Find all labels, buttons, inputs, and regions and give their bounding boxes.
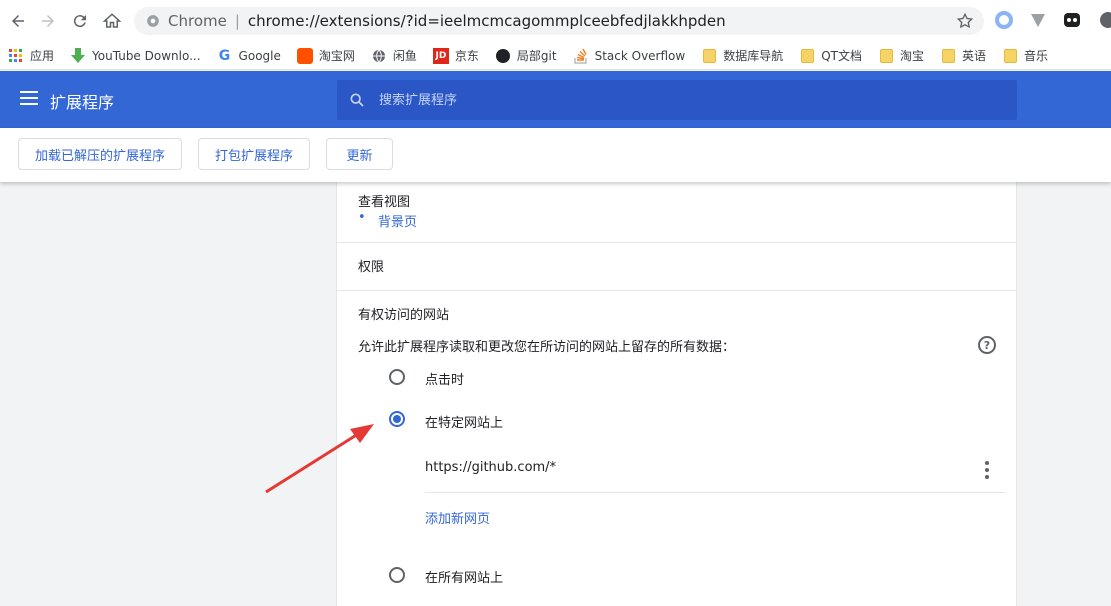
bookmark-folder-taobao[interactable]: 淘宝 [878, 47, 924, 64]
bookmark-xianyu[interactable]: 闲鱼 [371, 47, 417, 64]
bookmark-label: 淘宝 [900, 49, 925, 63]
page-title: 扩展程序 [50, 93, 115, 112]
bookmark-label: QT文档 [821, 49, 863, 63]
bookmark-folder-music[interactable]: 音乐 [1002, 47, 1048, 64]
bookmark-label: YouTube Downlo... [92, 48, 201, 63]
apps-grid-icon [8, 48, 24, 64]
add-site-link[interactable]: 添加新网页 [425, 508, 490, 527]
folder-icon [799, 48, 815, 64]
stackoverflow-icon [573, 48, 589, 64]
extension-v-icon[interactable] [1028, 10, 1048, 30]
extension-ring-icon[interactable] [994, 10, 1014, 30]
bookmark-label: Stack Overflow [594, 48, 686, 63]
jd-icon: JD [432, 47, 449, 64]
google-icon: G [218, 47, 231, 64]
background-page-link[interactable]: 背景页 [378, 211, 417, 230]
search-box[interactable] [337, 80, 1017, 120]
bookmark-label: 局部git [516, 49, 557, 63]
load-unpacked-button[interactable]: 加载已解压的扩展程序 [18, 138, 182, 170]
hamburger-menu-icon[interactable] [20, 91, 38, 105]
bookmark-local-git[interactable]: 局部git [495, 47, 557, 64]
bookmark-apps[interactable]: 应用 [8, 47, 54, 64]
radio-on-specific-sites[interactable] [389, 411, 405, 427]
url-text: chrome://extensions/?id=ieelmcmcagommplc… [247, 12, 726, 30]
folder-icon [940, 48, 956, 64]
pack-extension-button[interactable]: 打包扩展程序 [198, 138, 310, 170]
extension-partial-icon[interactable] [1096, 10, 1111, 30]
bookmark-label: Google [238, 48, 281, 63]
reload-button[interactable] [64, 5, 96, 37]
site-access-description: 允许此扩展程序读取和更改您在所访问的网站上留存的所有数据： [358, 340, 736, 355]
download-arrow-icon [70, 47, 86, 64]
developer-action-bar: 加载已解压的扩展程序 打包扩展程序 更新 [0, 128, 1111, 182]
bookmark-jd[interactable]: JD 京东 [432, 47, 479, 64]
bookmarks-bar: 应用 YouTube Downlo... G Google 淘宝网 闲鱼 JD … [0, 42, 1111, 70]
option-on-all-sites-label[interactable]: 在所有网站上 [425, 567, 503, 586]
bookmark-label: 数据库导航 [723, 49, 784, 63]
site-access-title: 有权访问的网站 [358, 308, 450, 323]
forward-button[interactable] [32, 5, 64, 37]
url-scheme-label: Chrome [168, 12, 227, 30]
home-button[interactable] [96, 5, 128, 37]
globe-icon [371, 48, 387, 64]
divider [425, 492, 1005, 493]
site-entry-url: https://github.com/* [425, 460, 557, 475]
bookmark-label: 音乐 [1024, 49, 1049, 63]
bookmark-folder-english[interactable]: 英语 [940, 47, 986, 64]
extension-icons [994, 10, 1111, 30]
radio-on-all-sites[interactable] [389, 567, 405, 583]
bullet-dot: • [358, 210, 366, 225]
chrome-logo-icon [147, 15, 159, 27]
help-icon[interactable]: ? [978, 336, 996, 354]
extensions-header: 扩展程序 [0, 71, 1111, 128]
bookmark-stackoverflow[interactable]: Stack Overflow [573, 48, 686, 64]
forward-arrow-icon [42, 15, 54, 27]
divider [337, 242, 1016, 243]
option-on-specific-sites-label[interactable]: 在特定网站上 [425, 412, 503, 431]
bookmark-folder-qt-docs[interactable]: QT文档 [799, 47, 862, 64]
bookmark-star-icon[interactable] [956, 12, 974, 30]
bookmark-label: 英语 [962, 49, 987, 63]
folder-icon [878, 48, 894, 64]
option-on-click-label[interactable]: 点击时 [425, 369, 464, 388]
bookmark-label: 京东 [454, 49, 479, 63]
bookmark-youtube-downloader[interactable]: YouTube Downlo... [70, 47, 201, 64]
extension-detail-card: 查看视图 • 背景页 权限 有权访问的网站 允许此扩展程序读取和更改您在所访问的… [336, 182, 1017, 606]
bookmark-google[interactable]: G Google [217, 48, 281, 64]
address-bar[interactable]: Chrome | chrome://extensions/?id=ieelmcm… [134, 7, 984, 35]
folder-icon [701, 48, 717, 64]
url-separator: | [234, 12, 240, 30]
back-arrow-icon [12, 15, 24, 27]
github-icon [495, 48, 511, 64]
permissions-label: 权限 [358, 260, 385, 275]
reload-icon [73, 15, 86, 28]
extension-ghost-icon[interactable] [1062, 10, 1082, 30]
annotation-arrow-icon [265, 424, 374, 494]
divider [337, 290, 1016, 291]
more-vert-icon[interactable] [985, 461, 989, 482]
bookmark-taobao[interactable]: 淘宝网 [296, 47, 355, 64]
inspect-views-label: 查看视图 [358, 195, 411, 210]
home-icon [103, 13, 121, 28]
bookmark-folder-db-nav[interactable]: 数据库导航 [701, 47, 783, 64]
update-button[interactable]: 更新 [326, 138, 393, 170]
back-button[interactable] [2, 5, 34, 37]
bookmark-label: 淘宝网 [318, 49, 355, 63]
search-input[interactable] [379, 92, 979, 108]
taobao-icon [296, 47, 313, 64]
search-icon [350, 93, 364, 107]
bookmark-label: 闲鱼 [392, 49, 417, 63]
radio-on-click[interactable] [389, 369, 405, 385]
folder-icon [1002, 48, 1018, 64]
browser-toolbar: Chrome | chrome://extensions/?id=ieelmcm… [0, 0, 1111, 42]
bookmark-label: 应用 [30, 49, 55, 63]
